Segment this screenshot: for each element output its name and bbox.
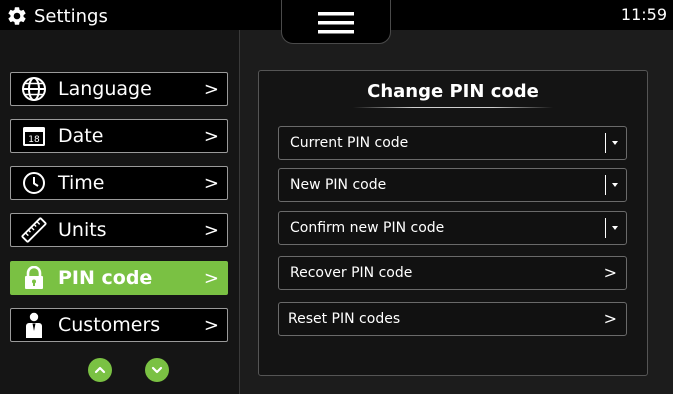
scroll-up-button[interactable] <box>88 358 112 382</box>
panel-title: Change PIN code <box>367 81 539 102</box>
chevron-right-icon: > <box>203 220 219 241</box>
clock-time: 11:59 <box>620 5 667 24</box>
sidebar-item-label: Customers <box>58 314 161 336</box>
sidebar-item-label: Units <box>58 219 107 241</box>
field-label: Current PIN code <box>290 135 409 151</box>
sidebar: Language > 18 Date > Time > Units > PIN … <box>0 30 240 394</box>
sidebar-item-label: Time <box>58 172 105 194</box>
dropdown-divider <box>604 218 606 238</box>
field-label: New PIN code <box>290 177 387 193</box>
lock-icon <box>20 264 48 292</box>
sidebar-item-label: Date <box>58 125 104 147</box>
scroll-down-button[interactable] <box>145 358 169 382</box>
chevron-right-icon: > <box>603 263 617 282</box>
ruler-icon <box>20 216 48 244</box>
dropdown-divider <box>604 175 606 195</box>
caret-down-icon <box>612 141 618 145</box>
field-label: Confirm new PIN code <box>290 220 445 236</box>
caret-down-icon <box>612 183 618 187</box>
caret-down-icon <box>612 226 618 230</box>
field-label: Reset PIN codes <box>288 311 401 327</box>
settings-screen: Settings 11:59 Language > 18 Date > Time… <box>0 0 673 394</box>
clock-icon <box>20 169 48 197</box>
dropdown-toggle[interactable] <box>604 175 618 195</box>
header-title-group: Settings <box>6 3 108 29</box>
recover-pin-button[interactable]: Recover PIN code > <box>278 256 627 290</box>
hamburger-menu-icon[interactable] <box>318 11 354 35</box>
current-pin-field[interactable]: Current PIN code <box>278 126 627 160</box>
confirm-pin-field[interactable]: Confirm new PIN code <box>278 211 627 245</box>
change-pin-panel: Change PIN code Current PIN code New PIN… <box>258 70 648 376</box>
dropdown-toggle[interactable] <box>604 218 618 238</box>
chevron-right-icon: > <box>203 315 219 336</box>
person-icon <box>20 311 48 339</box>
chevron-up-icon <box>94 366 106 374</box>
chevron-right-icon: > <box>203 173 219 194</box>
title-divider <box>353 107 553 108</box>
chevron-down-icon <box>151 366 163 374</box>
sidebar-item-units[interactable]: Units > <box>10 213 228 247</box>
sidebar-item-label: PIN code <box>58 267 153 289</box>
chevron-right-icon: > <box>203 126 219 147</box>
chevron-right-icon: > <box>203 79 219 100</box>
field-label: Recover PIN code <box>290 265 413 281</box>
chevron-right-icon: > <box>203 268 219 289</box>
calendar-icon: 18 <box>20 122 48 150</box>
globe-icon <box>20 75 48 103</box>
new-pin-field[interactable]: New PIN code <box>278 168 627 202</box>
page-title: Settings <box>34 5 108 27</box>
sidebar-item-pin-code[interactable]: PIN code > <box>10 261 228 295</box>
sidebar-item-time[interactable]: Time > <box>10 166 228 200</box>
sidebar-item-date[interactable]: 18 Date > <box>10 119 228 153</box>
sidebar-item-label: Language <box>58 78 152 100</box>
sidebar-item-customers[interactable]: Customers > <box>10 308 228 342</box>
chevron-right-icon: > <box>603 309 617 328</box>
reset-pin-button[interactable]: Reset PIN codes > <box>278 302 627 336</box>
sidebar-item-language[interactable]: Language > <box>10 72 228 106</box>
calendar-day: 18 <box>28 135 40 145</box>
dropdown-toggle[interactable] <box>604 133 618 153</box>
dropdown-divider <box>604 133 606 153</box>
gear-icon <box>8 7 26 25</box>
